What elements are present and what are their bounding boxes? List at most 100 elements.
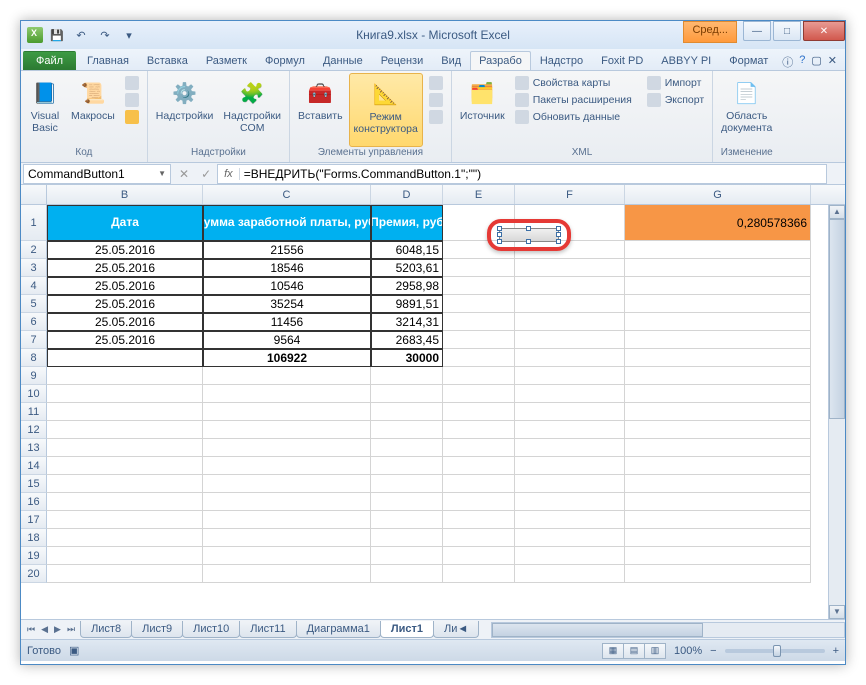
cell[interactable] — [371, 421, 443, 439]
cell[interactable] — [443, 241, 515, 259]
table-cell[interactable] — [47, 349, 203, 367]
import-button[interactable]: Импорт — [645, 75, 706, 91]
cell[interactable] — [443, 475, 515, 493]
cell[interactable] — [625, 367, 811, 385]
table-cell[interactable]: 3214,31 — [371, 313, 443, 331]
cell[interactable] — [515, 295, 625, 313]
table-cell[interactable]: 21556 — [203, 241, 371, 259]
resize-handle-w[interactable] — [497, 232, 502, 237]
cell[interactable] — [371, 457, 443, 475]
cell[interactable] — [47, 367, 203, 385]
command-button-1[interactable] — [499, 228, 559, 242]
cell[interactable] — [625, 259, 811, 277]
table-cell[interactable]: 25.05.2016 — [47, 331, 203, 349]
cell[interactable] — [625, 421, 811, 439]
sheet-tab-more[interactable]: Ли◄ — [433, 621, 479, 638]
tab-foxit[interactable]: Foxit PD — [592, 51, 652, 70]
xml-source-button[interactable]: 🗂️ Источник — [456, 73, 509, 147]
cell[interactable] — [443, 511, 515, 529]
name-box[interactable]: CommandButton1 ▼ — [23, 164, 171, 184]
macros-button[interactable]: 📜 Макросы — [67, 73, 119, 147]
ribbon-options-icon[interactable]: ▢ — [811, 54, 821, 70]
row-header-5[interactable]: 5 — [21, 295, 47, 313]
cell[interactable] — [625, 331, 811, 349]
relative-refs-button[interactable] — [123, 92, 141, 108]
cell[interactable] — [443, 277, 515, 295]
row-header-3[interactable]: 3 — [21, 259, 47, 277]
resize-handle-nw[interactable] — [497, 226, 502, 231]
tab-layout[interactable]: Разметк — [197, 51, 256, 70]
table-cell[interactable]: 2683,45 — [371, 331, 443, 349]
cell[interactable] — [443, 529, 515, 547]
cell[interactable] — [443, 349, 515, 367]
cell[interactable] — [443, 367, 515, 385]
row-header-4[interactable]: 4 — [21, 277, 47, 295]
cell[interactable] — [625, 277, 811, 295]
cell[interactable] — [625, 565, 811, 583]
undo-button[interactable]: ↶ — [71, 25, 91, 45]
cell[interactable] — [443, 331, 515, 349]
cell[interactable] — [371, 511, 443, 529]
table-cell[interactable]: 2958,98 — [371, 277, 443, 295]
cell[interactable] — [625, 511, 811, 529]
cell[interactable] — [47, 475, 203, 493]
cell[interactable] — [203, 367, 371, 385]
workbook-close-icon[interactable]: ✕ — [828, 54, 837, 70]
tab-home[interactable]: Главная — [78, 51, 138, 70]
cell[interactable] — [515, 241, 625, 259]
cell[interactable] — [515, 313, 625, 331]
run-dialog-button[interactable] — [427, 109, 445, 125]
cell[interactable] — [47, 403, 203, 421]
cell[interactable] — [47, 457, 203, 475]
cell[interactable] — [625, 547, 811, 565]
zoom-level[interactable]: 100% — [674, 645, 702, 657]
cell[interactable] — [515, 277, 625, 295]
hscroll-thumb[interactable] — [492, 623, 703, 637]
row-header[interactable]: 15 — [21, 475, 47, 493]
table-cell[interactable]: 9564 — [203, 331, 371, 349]
row-header-6[interactable]: 6 — [21, 313, 47, 331]
tab-addins[interactable]: Надстро — [531, 51, 592, 70]
cell[interactable] — [625, 439, 811, 457]
cell[interactable] — [443, 547, 515, 565]
table-cell[interactable]: 25.05.2016 — [47, 277, 203, 295]
cell[interactable] — [515, 331, 625, 349]
scroll-thumb[interactable] — [829, 219, 845, 419]
view-code-button[interactable] — [427, 92, 445, 108]
cell[interactable] — [371, 367, 443, 385]
row-header[interactable]: 19 — [21, 547, 47, 565]
export-button[interactable]: Экспорт — [645, 92, 706, 108]
cell[interactable] — [47, 547, 203, 565]
cell[interactable] — [515, 367, 625, 385]
table-total-bonus[interactable]: 30000 — [371, 349, 443, 367]
col-header-e[interactable]: E — [443, 185, 515, 204]
col-header-c[interactable]: C — [203, 185, 371, 204]
cell[interactable] — [203, 385, 371, 403]
sheet-tab[interactable]: Диаграмма1 — [296, 621, 381, 638]
cell[interactable] — [203, 547, 371, 565]
cell[interactable] — [203, 403, 371, 421]
cell[interactable] — [625, 313, 811, 331]
cell[interactable] — [443, 259, 515, 277]
cell[interactable] — [515, 385, 625, 403]
zoom-out-button[interactable]: − — [710, 645, 716, 657]
row-header-8[interactable]: 8 — [21, 349, 47, 367]
cell[interactable] — [371, 385, 443, 403]
cell[interactable] — [47, 385, 203, 403]
maximize-button[interactable]: □ — [773, 21, 801, 41]
sheet-tab[interactable]: Лист8 — [80, 621, 132, 638]
sheet-tab[interactable]: Лист9 — [131, 621, 183, 638]
row-header[interactable]: 18 — [21, 529, 47, 547]
tab-developer[interactable]: Разрабо — [470, 51, 531, 70]
resize-handle-se[interactable] — [556, 239, 561, 244]
cell[interactable] — [203, 421, 371, 439]
tab-view[interactable]: Вид — [432, 51, 470, 70]
table-cell[interactable]: 6048,15 — [371, 241, 443, 259]
cell[interactable] — [203, 529, 371, 547]
cell[interactable] — [47, 511, 203, 529]
cell[interactable] — [515, 475, 625, 493]
cell[interactable] — [515, 565, 625, 583]
cell[interactable] — [203, 475, 371, 493]
formula-input[interactable] — [240, 167, 826, 181]
cell[interactable] — [47, 565, 203, 583]
